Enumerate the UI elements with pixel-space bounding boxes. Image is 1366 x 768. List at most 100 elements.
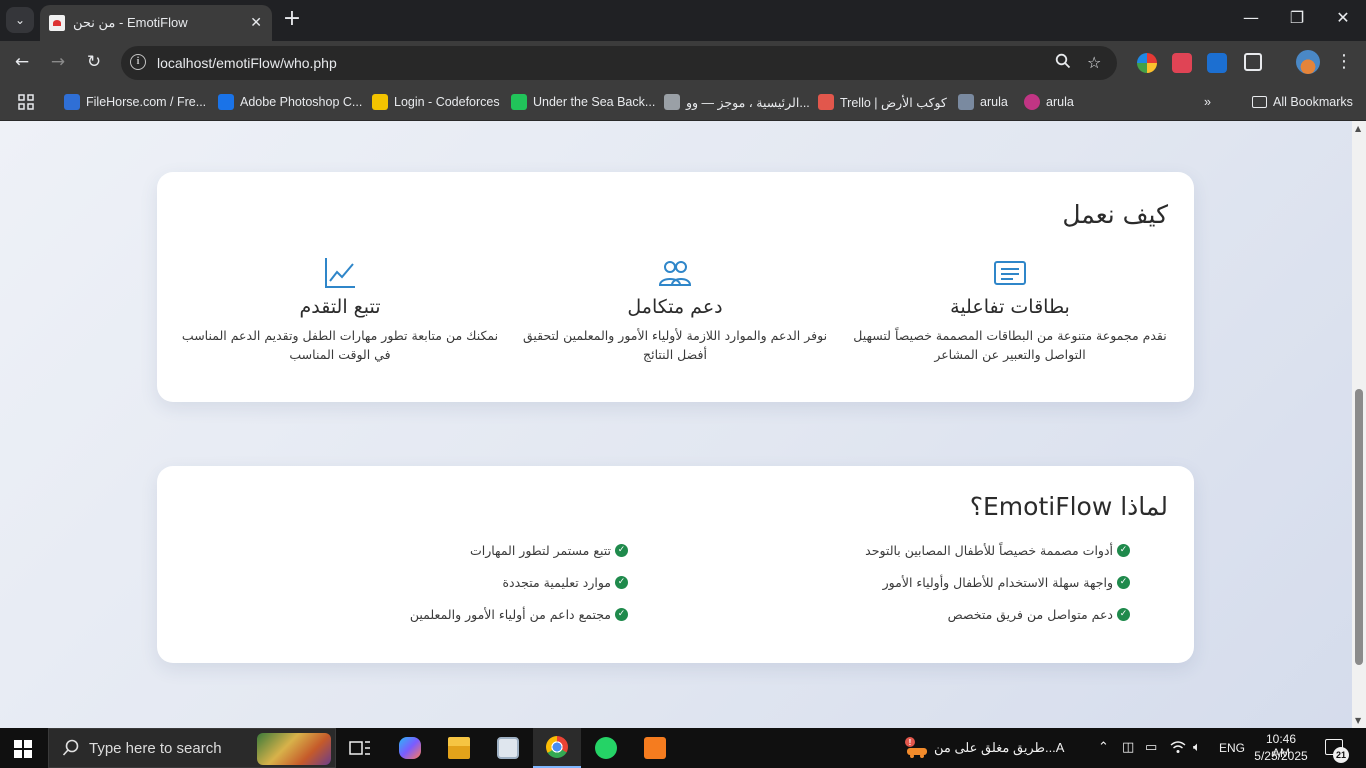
bookmark-favicon-icon — [372, 94, 388, 110]
list-item: ✓ أدوات مصممة خصيصاً للأطفال المصابين بال… — [865, 534, 1130, 566]
bookmark-favicon-icon — [958, 94, 974, 110]
why-emotiflow-card: لماذا EmotiFlow؟ ✓ أدوات مصممة خصيصاً للأ… — [157, 466, 1194, 663]
scroll-thumb[interactable] — [1355, 389, 1363, 665]
clock-date[interactable]: 5/25/2025 — [1252, 749, 1310, 763]
news-car-icon[interactable]: ! — [904, 737, 928, 763]
bookmarks-overflow-icon[interactable]: » — [1204, 92, 1211, 112]
bookmark-favicon-icon — [818, 94, 834, 110]
scroll-up-arrow-icon[interactable]: ▲ — [1355, 124, 1361, 133]
extensions-puzzle-icon[interactable] — [1244, 53, 1262, 71]
bookmark-favicon-icon — [218, 94, 234, 110]
bookmark-item[interactable]: Under the Sea Back... — [511, 92, 655, 112]
tab-close-icon[interactable]: ✕ — [250, 15, 262, 31]
url-text[interactable]: localhost/emotiFlow/who.php — [157, 55, 337, 71]
reload-button[interactable]: ↻ — [82, 52, 106, 72]
bookmark-item[interactable]: الرئيسية ، موجز — وو... — [664, 92, 810, 112]
benefits-list-right: ✓ أدوات مصممة خصيصاً للأطفال المصابين بال… — [865, 534, 1130, 630]
site-info-icon[interactable]: i — [130, 54, 146, 70]
search-highlight-image — [257, 733, 331, 765]
bookmark-item[interactable]: Adobe Photoshop C... — [218, 92, 362, 112]
page-viewport: كيف نعمل بطاقات تفاعلية نقدم مجموعة متنو… — [0, 121, 1352, 728]
list-item: ✓ مجتمع داعم من أولياء الأمور والمعلمين — [410, 598, 628, 630]
task-view-icon[interactable] — [336, 728, 384, 768]
bookmark-item[interactable]: Login - Codeforces — [372, 92, 500, 112]
wifi-icon[interactable] — [1170, 740, 1186, 758]
all-bookmarks-button[interactable]: All Bookmarks — [1252, 92, 1353, 112]
bookmark-item[interactable]: Trello | كوكب الأرض — [818, 92, 947, 112]
xampp-icon[interactable] — [631, 728, 679, 768]
windows-start-icon[interactable] — [14, 740, 32, 758]
language-indicator[interactable]: ENG — [1219, 741, 1245, 755]
taskbar-search-box[interactable]: Type here to search — [48, 728, 336, 768]
tab-search-button[interactable]: ⌄ — [6, 7, 34, 33]
folder-icon — [1252, 96, 1267, 108]
check-circle-icon: ✓ — [1117, 607, 1130, 621]
system-monitor-icon[interactable] — [484, 728, 532, 768]
address-bar[interactable]: i localhost/emotiFlow/who.php ☆ — [121, 46, 1117, 80]
meet-now-icon[interactable]: ◫ — [1122, 740, 1134, 755]
feature-title: تتبع التقدم — [299, 296, 381, 318]
bookmark-item[interactable]: FileHorse.com / Fre... — [64, 92, 206, 112]
list-item: ✓ واجهة سهلة الاستخدام للأطفال وأولياء ال… — [865, 566, 1130, 598]
scroll-down-arrow-icon[interactable]: ▼ — [1355, 716, 1361, 725]
show-hidden-icons-chevron-icon[interactable]: ⌃ — [1098, 740, 1109, 755]
check-circle-icon: ✓ — [615, 607, 628, 621]
feature-title: دعم متكامل — [627, 296, 723, 318]
browser-toolbar: ← → ↻ i localhost/emotiFlow/who.php ☆ ⋮ — [0, 41, 1366, 85]
zoom-search-icon[interactable] — [1055, 53, 1071, 73]
bookmark-item[interactable]: arula — [958, 92, 1008, 112]
close-window-button[interactable]: ✕ — [1328, 8, 1358, 27]
new-tab-button[interactable]: + — [280, 8, 304, 30]
section-title: كيف نعمل — [1062, 200, 1168, 229]
bookmark-favicon-icon — [511, 94, 527, 110]
check-circle-icon: ✓ — [615, 575, 628, 589]
forward-button[interactable]: → — [46, 52, 70, 72]
extension-1-icon[interactable] — [1137, 53, 1157, 73]
restore-button[interactable]: ❐ — [1282, 8, 1312, 27]
tab-title: من نحن - EmotiFlow — [73, 15, 188, 30]
notification-count-badge: 21 — [1333, 747, 1349, 763]
bookmark-item[interactable]: arula — [1024, 92, 1074, 112]
feature-description: نوفر الدعم والموارد اللازمة لأولياء الأم… — [522, 328, 828, 362]
chrome-icon[interactable] — [533, 728, 581, 768]
bookmark-star-icon[interactable]: ☆ — [1087, 53, 1101, 72]
chart-line-icon — [323, 256, 357, 290]
search-placeholder: Type here to search — [89, 740, 222, 757]
browser-menu-icon[interactable]: ⋮ — [1335, 51, 1353, 72]
copilot-icon[interactable] — [386, 728, 434, 768]
back-button[interactable]: ← — [10, 52, 34, 72]
feature-title: بطاقات تفاعلية — [950, 296, 1070, 318]
windows-taskbar: Type here to search ! طريق مغلق على من..… — [0, 728, 1366, 768]
apps-grid-icon[interactable] — [18, 92, 34, 112]
file-explorer-icon[interactable] — [435, 728, 483, 768]
volume-icon[interactable]: 🔈︎ — [1193, 740, 1201, 755]
site-favicon-icon — [49, 15, 65, 31]
list-item: ✓ تتبع مستمر لتطور المهارات — [410, 534, 628, 566]
check-circle-icon: ✓ — [1117, 575, 1130, 589]
svg-text:!: ! — [909, 738, 912, 747]
list-item: ✓ دعم متواصل من فريق متخصص — [865, 598, 1130, 630]
bookmark-favicon-icon — [64, 94, 80, 110]
battery-icon[interactable]: ▭ — [1145, 740, 1157, 755]
extension-2-icon[interactable] — [1172, 53, 1192, 73]
benefits-list-left: ✓ تتبع مستمر لتطور المهارات ✓ موارد تعليمي… — [410, 534, 628, 630]
check-circle-icon: ✓ — [1117, 543, 1130, 557]
bookmark-favicon-icon — [664, 94, 680, 110]
cards-icon — [993, 256, 1027, 290]
bookmark-favicon-icon — [1024, 94, 1040, 110]
search-icon — [62, 739, 80, 761]
feature-description: نمكنك من متابعة تطور مهارات الطفل وتقديم… — [181, 328, 499, 362]
page-scrollbar[interactable]: ▲ ▼ — [1352, 121, 1366, 728]
minimize-button[interactable]: — — [1236, 8, 1266, 27]
whatsapp-icon[interactable] — [582, 728, 630, 768]
extension-3-icon[interactable] — [1207, 53, 1227, 73]
check-circle-icon: ✓ — [615, 543, 628, 557]
profile-avatar[interactable] — [1296, 50, 1320, 74]
news-headline[interactable]: طريق مغلق على من...A — [934, 740, 1064, 756]
feature-description: نقدم مجموعة متنوعة من البطاقات المصممة خ… — [853, 328, 1167, 362]
list-item: ✓ موارد تعليمية متجددة — [410, 566, 628, 598]
section-title: لماذا EmotiFlow؟ — [969, 492, 1168, 521]
active-tab[interactable]: من نحن - EmotiFlow ✕ — [40, 5, 272, 41]
bookmarks-bar: FileHorse.com / Fre... Adobe Photoshop C… — [0, 85, 1366, 121]
how-we-work-card: كيف نعمل بطاقات تفاعلية نقدم مجموعة متنو… — [157, 172, 1194, 402]
